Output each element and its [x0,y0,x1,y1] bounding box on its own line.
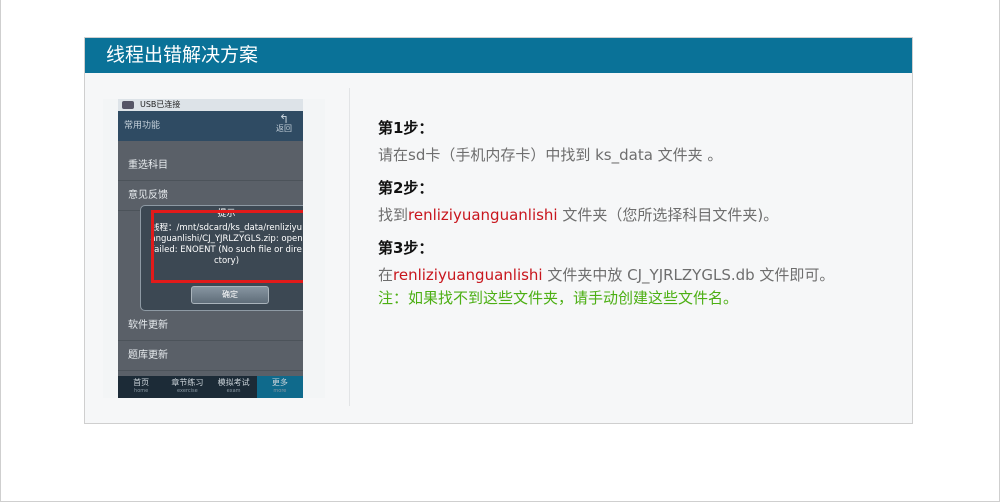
back-label: 返回 [276,124,292,133]
tab-exercise-label: 章节练习 [171,378,204,387]
step-3-text-before: 在 [378,266,394,284]
tab-more-sub: more [273,388,287,394]
step-3-text: 在renliziyuanguanlishi 文件夹中放 CJ_YJRLZYGLS… [378,264,898,286]
tab-home-sub: home [134,388,149,394]
tab-exercise[interactable]: 章节练习 exercise [164,376,210,398]
status-text: USB已连接 [140,100,181,109]
step-2-folder-name: renliziyuanguanlishi [408,206,558,224]
menu-item-reselect[interactable]: 重选科目 [118,151,303,181]
step-2-text-before: 找到 [378,206,409,224]
tab-home-label: 首页 [133,378,150,387]
step-3-folder-name: renliziyuanguanlishi [393,266,543,284]
error-dialog: 提示 线程：/mnt/sdcard/ks_data/renliziyuangua… [140,205,303,311]
step-2-text-after: 文件夹（您所选择科目文件夹)。 [557,206,779,224]
phone-menu-list: 重选科目 意见反馈 [118,151,303,211]
error-highlight-box [151,210,303,283]
step-2-title: 第2步： [378,179,434,197]
step-1-text-before: 请在sd卡（手机内存卡）中找到 ks_data 文件夹 。 [378,146,723,164]
phone-screen: USB已连接 常用功能 ↰ 返回 重选科目 意见反馈 软件更新 题库更新 提示 [118,99,303,398]
back-arrow-icon: ↰ [278,112,290,126]
tab-exam-sub: exam [226,388,241,394]
step-1-text: 请在sd卡（手机内存卡）中找到 ks_data 文件夹 。 [378,144,898,166]
step-2: 第2步： 找到renliziyuanguanlishi 文件夹（您所选择科目文件… [378,178,898,226]
menu-item-software-update[interactable]: 软件更新 [118,311,303,341]
step-3-text-after: 文件夹中放 CJ_YJRLZYGLS.db 文件即可。 [542,266,835,284]
phone-title: 常用功能 [124,121,161,131]
phone-screenshot: USB已连接 常用功能 ↰ 返回 重选科目 意见反馈 软件更新 题库更新 提示 [103,99,325,398]
phone-back-button[interactable]: ↰ 返回 [273,112,295,134]
phone-tab-bar: 首页 home 章节练习 exercise 模拟考试 exam 更多 more [118,376,303,398]
steps-section: 第1步： 请在sd卡（手机内存卡）中找到 ks_data 文件夹 。 第2步： … [378,118,898,320]
tab-more-label: 更多 [271,378,288,387]
step-2-text: 找到renliziyuanguanlishi 文件夹（您所选择科目文件夹)。 [378,204,898,226]
menu-item-bank-update[interactable]: 题库更新 [118,341,303,371]
dialog-ok-button[interactable]: 确定 [191,286,269,304]
phone-titlebar: 常用功能 ↰ 返回 [118,111,303,141]
solution-panel: 线程出错解决方案 USB已连接 常用功能 ↰ 返回 重选科目 意见反馈 软件更新… [84,37,913,424]
tab-more[interactable]: 更多 more [256,376,303,398]
phone-status-bar: USB已连接 [118,99,303,111]
step-3: 第3步： 在renliziyuanguanlishi 文件夹中放 CJ_YJRL… [378,238,898,308]
panel-title: 线程出错解决方案 [85,38,912,73]
step-1-title: 第1步： [378,119,434,137]
tab-exam-label: 模拟考试 [217,378,250,387]
step-1: 第1步： 请在sd卡（手机内存卡）中找到 ks_data 文件夹 。 [378,118,898,166]
note-text: 注：如果找不到这些文件夹，请手动创建这些文件名。 [378,289,739,307]
tab-exam[interactable]: 模拟考试 exam [211,376,257,398]
tab-home[interactable]: 首页 home [118,376,164,398]
phone-menu-list-lower: 软件更新 题库更新 [118,311,303,371]
usb-icon [122,101,134,109]
step-3-title: 第3步： [378,239,434,257]
vertical-divider [349,88,350,406]
tab-exercise-sub: exercise [177,388,198,394]
